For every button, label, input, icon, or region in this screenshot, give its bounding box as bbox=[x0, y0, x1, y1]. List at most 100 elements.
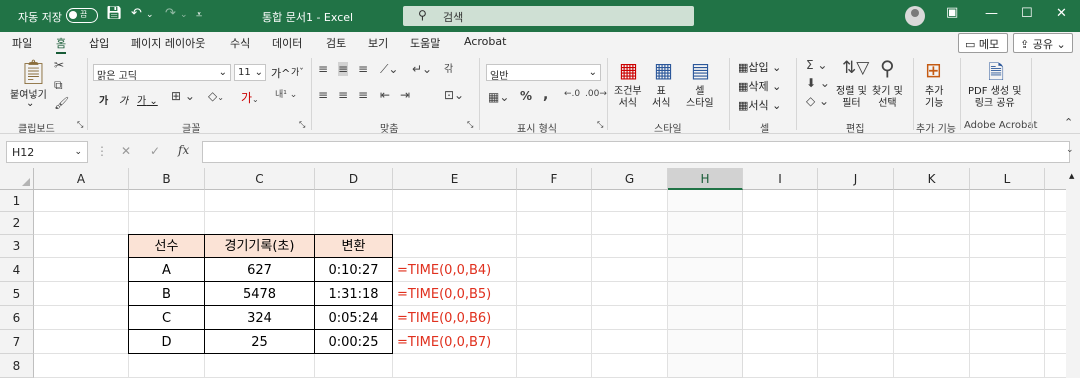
addins-button[interactable]: 추가 기능 bbox=[925, 86, 943, 110]
orientation-icon[interactable]: ⟋⌄ bbox=[380, 62, 398, 77]
decrease-decimal-icon[interactable]: .00→ bbox=[585, 89, 607, 99]
tab-review[interactable]: 검토 bbox=[326, 35, 346, 51]
column-header-e[interactable]: E bbox=[393, 168, 517, 190]
increase-indent-icon[interactable]: ⇥ bbox=[400, 88, 410, 102]
confirm-entry-icon[interactable]: ✓ bbox=[150, 144, 160, 158]
phonetic-icon[interactable]: 내¹ ⌄ bbox=[275, 87, 297, 100]
grow-font-button[interactable]: 가^ bbox=[271, 65, 290, 81]
column-header-c[interactable]: C bbox=[205, 168, 315, 190]
ribbon-display-icon[interactable]: ▣ bbox=[946, 5, 958, 20]
align-left-icon[interactable]: ≡ bbox=[318, 88, 328, 102]
tab-insert[interactable]: 삽입 bbox=[89, 35, 109, 51]
bold-button[interactable]: 가 bbox=[99, 92, 108, 107]
create-pdf-button[interactable]: PDF 생성 및 링크 공유 bbox=[968, 86, 1021, 110]
align-right-icon[interactable]: ≡ bbox=[358, 88, 368, 102]
column-header-k[interactable]: K bbox=[894, 168, 970, 190]
seconds-cell[interactable]: 25 bbox=[204, 329, 315, 354]
merge-center-icon[interactable]: ⊡⌄ bbox=[444, 88, 464, 102]
time-cell[interactable]: 0:10:27 bbox=[314, 257, 393, 282]
time-cell[interactable]: 0:05:24 bbox=[314, 305, 393, 330]
paste-icon[interactable]: 📋︎ bbox=[18, 58, 48, 86]
wrap-icon[interactable]: 갂 bbox=[444, 60, 453, 75]
table-header-cell[interactable]: 경기기록(초) bbox=[204, 234, 315, 258]
font-size-select[interactable]: 11 ⌄ bbox=[234, 64, 266, 81]
font-color-icon[interactable]: 가⌄ bbox=[241, 89, 259, 106]
undo-icon[interactable]: ↶ bbox=[131, 6, 142, 21]
borders-icon[interactable]: ⊞ ⌄ bbox=[171, 89, 195, 103]
column-header-h[interactable]: H bbox=[668, 168, 743, 190]
time-cell[interactable]: 0:00:25 bbox=[314, 329, 393, 354]
time-cell[interactable]: 1:31:18 bbox=[314, 281, 393, 306]
underline-button[interactable]: 가 ⌄ bbox=[137, 92, 158, 107]
close-icon[interactable]: ✕ bbox=[1056, 6, 1067, 21]
row-header-5[interactable]: 5 bbox=[0, 282, 34, 306]
increase-decimal-icon[interactable]: ←.0 bbox=[564, 89, 580, 99]
paste-dropdown-icon[interactable]: ⌄ bbox=[26, 98, 34, 109]
row-header-4[interactable]: 4 bbox=[0, 258, 34, 282]
seconds-cell[interactable]: 627 bbox=[204, 257, 315, 282]
table-header-cell[interactable]: 변환 bbox=[314, 234, 393, 258]
sort-filter-icon[interactable]: ⇅▽ bbox=[842, 58, 869, 78]
alignment-launcher-icon[interactable]: ⤡ bbox=[467, 120, 473, 130]
row-header-6[interactable]: 6 bbox=[0, 306, 34, 330]
tab-page-layout[interactable]: 페이지 레이아웃 bbox=[131, 35, 205, 51]
format-table-icon[interactable]: ▦ bbox=[654, 58, 673, 82]
minimize-icon[interactable]: — bbox=[985, 6, 998, 21]
formula-note[interactable]: =TIME(0,0,B5) bbox=[397, 282, 491, 307]
clipboard-launcher-icon[interactable]: ⤡ bbox=[77, 120, 83, 130]
tab-file[interactable]: 파일 bbox=[12, 35, 32, 51]
cancel-entry-icon[interactable]: ✕ bbox=[121, 144, 131, 158]
conditional-format-icon[interactable]: ▦ bbox=[619, 58, 638, 82]
tab-home[interactable]: 홈 bbox=[56, 35, 67, 54]
italic-button[interactable]: 가 bbox=[119, 92, 128, 107]
shrink-font-button[interactable]: 가ˇ bbox=[291, 65, 304, 78]
seconds-cell[interactable]: 324 bbox=[204, 305, 315, 330]
autosave-toggle[interactable]: 끔 bbox=[66, 8, 98, 23]
decrease-indent-icon[interactable]: ⇤ bbox=[380, 88, 390, 102]
row-header-1[interactable]: 1 bbox=[0, 190, 34, 212]
fill-icon[interactable]: ⬇ ⌄ bbox=[806, 76, 830, 90]
formula-note[interactable]: =TIME(0,0,B7) bbox=[397, 330, 491, 355]
row-header-2[interactable]: 2 bbox=[0, 212, 34, 235]
tab-formulas[interactable]: 수식 bbox=[230, 35, 250, 51]
cell-styles-button[interactable]: 셀 스타일 bbox=[686, 86, 714, 110]
undo-dropdown-icon[interactable]: ⌄ bbox=[146, 10, 154, 20]
tab-acrobat[interactable]: Acrobat bbox=[464, 35, 506, 48]
comma-button[interactable]: , bbox=[543, 87, 548, 103]
align-top-icon[interactable]: ≡ bbox=[318, 62, 328, 76]
worksheet-grid[interactable]: ABCDEFGHIJKL 12345678 ▲ 선수 경기기록(초) 변환 A 627 0… bbox=[0, 168, 1080, 378]
find-select-icon[interactable]: ⚲ bbox=[880, 56, 895, 80]
insert-cells-button[interactable]: ▦삽입 ⌄ bbox=[738, 59, 781, 75]
clear-icon[interactable]: ◇ ⌄ bbox=[806, 94, 829, 108]
player-cell[interactable]: D bbox=[128, 329, 205, 354]
column-header-i[interactable]: I bbox=[743, 168, 818, 190]
scroll-up-icon[interactable]: ▲ bbox=[1069, 172, 1074, 180]
tab-help[interactable]: 도움말 bbox=[410, 35, 440, 51]
tab-data[interactable]: 데이터 bbox=[272, 35, 302, 51]
format-painter-icon[interactable]: 🖌︎ bbox=[54, 96, 69, 110]
conditional-format-button[interactable]: 조건부 서식 bbox=[614, 86, 642, 110]
player-cell[interactable]: A bbox=[128, 257, 205, 282]
format-table-button[interactable]: 표 서식 bbox=[652, 86, 670, 110]
align-center-icon[interactable]: ≡ bbox=[338, 88, 348, 102]
column-header-a[interactable]: A bbox=[34, 168, 129, 190]
tab-view[interactable]: 보기 bbox=[368, 35, 388, 51]
account-avatar[interactable] bbox=[905, 6, 925, 26]
name-box[interactable]: H12 ⌄ bbox=[6, 141, 88, 163]
number-format-select[interactable]: 일반 ⌄ bbox=[486, 64, 601, 82]
player-cell[interactable]: C bbox=[128, 305, 205, 330]
column-header-b[interactable]: B bbox=[129, 168, 205, 190]
insert-function-icon[interactable]: fx bbox=[178, 143, 189, 157]
format-cells-button[interactable]: ▦서식 ⌄ bbox=[738, 97, 781, 113]
memo-button[interactable]: ▭ 메모 bbox=[958, 33, 1008, 53]
number-launcher-icon[interactable]: ⤡ bbox=[597, 120, 603, 130]
column-header-l[interactable]: L bbox=[970, 168, 1045, 190]
table-header-cell[interactable]: 선수 bbox=[128, 234, 205, 258]
expand-formula-icon[interactable]: ⌄ bbox=[1066, 145, 1074, 155]
column-header-g[interactable]: G bbox=[592, 168, 668, 190]
collapse-ribbon-icon[interactable]: ⌃ bbox=[1064, 116, 1073, 129]
formula-input[interactable] bbox=[202, 141, 1070, 163]
player-cell[interactable]: B bbox=[128, 281, 205, 306]
maximize-icon[interactable]: ☐ bbox=[1021, 6, 1033, 21]
align-middle-icon[interactable]: ≡ bbox=[338, 62, 349, 76]
